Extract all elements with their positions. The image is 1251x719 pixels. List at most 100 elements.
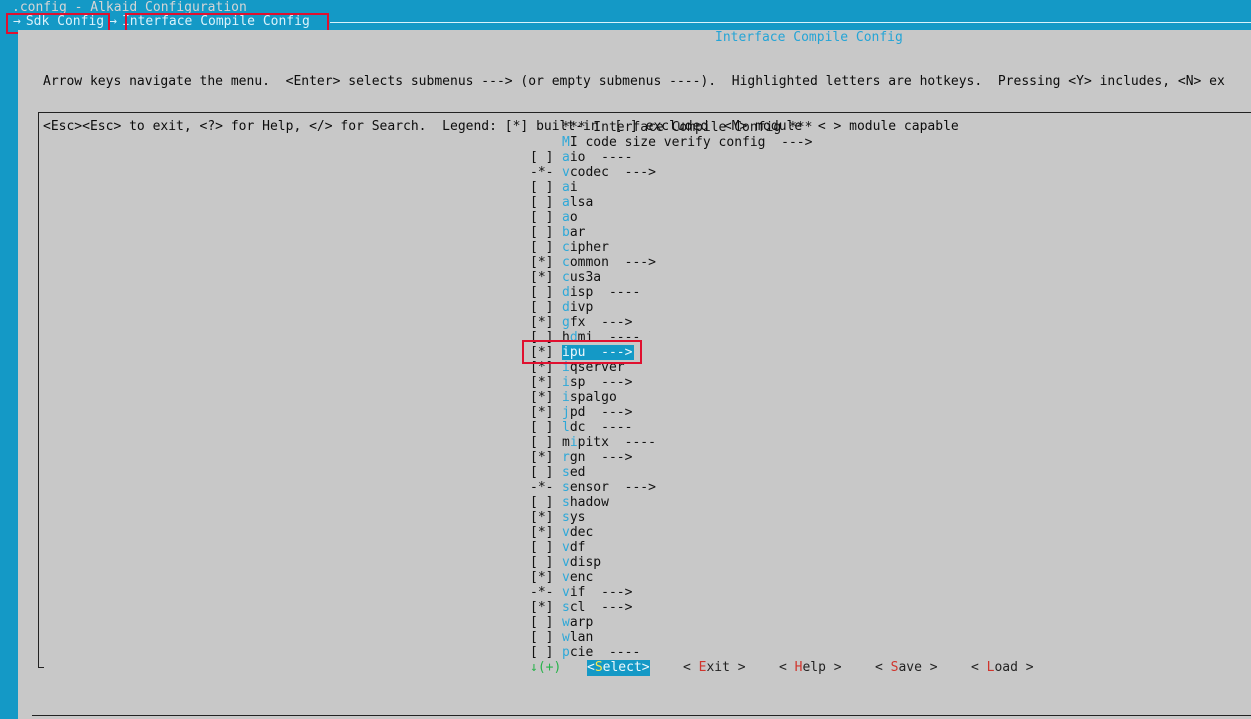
menu-item-scl[interactable]: [*] scl ---> bbox=[530, 600, 950, 615]
menu-item-state[interactable]: [*] bbox=[530, 315, 562, 330]
load-button-post: > bbox=[1017, 660, 1034, 675]
menu-item-state[interactable] bbox=[530, 135, 562, 150]
exit-button[interactable]: < Exit > bbox=[683, 660, 746, 676]
button-bar: <Select> < Exit > < Help > < Save > < Load > bbox=[0, 660, 1251, 676]
menu-item-state[interactable]: [ ] bbox=[530, 540, 562, 555]
menu-item-vcodec[interactable]: -*- vcodec ---> bbox=[530, 165, 950, 180]
menu-item-jpd[interactable]: [*] jpd ---> bbox=[530, 405, 950, 420]
menu-item-disp[interactable]: [ ] disp ---- bbox=[530, 285, 950, 300]
menu-item-vdf[interactable]: [ ] vdf bbox=[530, 540, 950, 555]
menu-item-ispalgo[interactable]: [*] ispalgo bbox=[530, 390, 950, 405]
menu-item-label: pcie ---- bbox=[562, 645, 642, 660]
menu-item-state[interactable]: [ ] bbox=[530, 285, 562, 300]
menu-item-sensor[interactable]: -*- sensor ---> bbox=[530, 480, 950, 495]
menu-item-state[interactable]: [ ] bbox=[530, 630, 562, 645]
menu-item-wlan[interactable]: [ ] wlan bbox=[530, 630, 950, 645]
menu-item-venc[interactable]: [*] venc bbox=[530, 570, 950, 585]
menu-item-state[interactable]: [ ] bbox=[530, 195, 562, 210]
menu-item-state[interactable]: [ ] bbox=[530, 615, 562, 630]
menu-item-label-rest: ipher bbox=[569, 240, 609, 255]
menu-item-state[interactable]: [ ] bbox=[530, 465, 562, 480]
load-button[interactable]: < Load > bbox=[971, 660, 1034, 676]
menu-item-shadow[interactable]: [ ] shadow bbox=[530, 495, 950, 510]
menu-item-hotkey: v bbox=[562, 555, 570, 570]
menu-item-sed[interactable]: [ ] sed bbox=[530, 465, 950, 480]
menu-item-state[interactable]: [*] bbox=[530, 375, 562, 390]
menu-item-vdisp[interactable]: [ ] vdisp bbox=[530, 555, 950, 570]
menu-item-gfx[interactable]: [*] gfx ---> bbox=[530, 315, 950, 330]
menu-item-cipher[interactable]: [ ] cipher bbox=[530, 240, 950, 255]
menu-item-state[interactable]: [ ] bbox=[530, 555, 562, 570]
menu-item-label-rest: sp bbox=[569, 375, 586, 390]
menu-item-state[interactable]: [ ] bbox=[530, 435, 562, 450]
menu-item-label-rest: ar bbox=[569, 225, 586, 240]
menu-item-aio[interactable]: [ ] aio ---- bbox=[530, 150, 950, 165]
menu-item-vif[interactable]: -*- vif ---> bbox=[530, 585, 950, 600]
exit-button-pre: < bbox=[683, 660, 699, 675]
menu-item-bar[interactable]: [ ] bar bbox=[530, 225, 950, 240]
menu-item-hotkey: p bbox=[562, 645, 570, 660]
menu-item-ldc[interactable]: [ ] ldc ---- bbox=[530, 420, 950, 435]
menu-item-state[interactable]: -*- bbox=[530, 585, 562, 600]
menu-item-state[interactable]: [ ] bbox=[530, 495, 562, 510]
menu-item-state[interactable]: -*- bbox=[530, 480, 562, 495]
menu-item-label: vdisp bbox=[562, 555, 603, 570]
menu-item-label-rest: pitx bbox=[577, 435, 609, 450]
menu-item-ao[interactable]: [ ] ao bbox=[530, 210, 950, 225]
help-button[interactable]: < Help > bbox=[779, 660, 842, 676]
menu-item-pcie[interactable]: [ ] pcie ---- bbox=[530, 645, 950, 660]
menu-item-state[interactable]: [*] bbox=[530, 570, 562, 585]
menu-item-state[interactable]: [ ] bbox=[530, 225, 562, 240]
menu-item-label-rest: pd bbox=[569, 405, 586, 420]
menu-item-cus3a[interactable]: [*] cus3a bbox=[530, 270, 950, 285]
menu-item-hotkey: b bbox=[562, 225, 570, 240]
menu-item-state[interactable]: [ ] bbox=[530, 300, 562, 315]
menu-item-submenu-arrow: ---> bbox=[608, 165, 656, 180]
menu-item-common[interactable]: [*] common ---> bbox=[530, 255, 950, 270]
menu-item-vdec[interactable]: [*] vdec bbox=[530, 525, 950, 540]
menu-item-alsa[interactable]: [ ] alsa bbox=[530, 195, 950, 210]
menu-item-state[interactable]: [*] bbox=[530, 525, 562, 540]
menu-item-isp[interactable]: [*] isp ---> bbox=[530, 375, 950, 390]
menu-item-state[interactable]: [*] bbox=[530, 405, 562, 420]
menu-item-state[interactable]: [ ] bbox=[530, 645, 562, 660]
menu-item-hotkey: i bbox=[562, 375, 570, 390]
menu-item-state[interactable]: [*] bbox=[530, 450, 562, 465]
menu-item-state[interactable]: [ ] bbox=[530, 180, 562, 195]
menu-item-label-rest: cie bbox=[569, 645, 594, 660]
menu-item-label-rest: ed bbox=[569, 465, 586, 480]
menu-item-state[interactable]: [ ] bbox=[530, 240, 562, 255]
menu-item-state[interactable]: [ ] bbox=[530, 420, 562, 435]
menu-item-submenu-arrow: ---> bbox=[585, 405, 633, 420]
menu-item-label-rest: enc bbox=[569, 570, 594, 585]
menu-item-state[interactable]: [ ] bbox=[530, 150, 562, 165]
menu-item-state[interactable]: [*] bbox=[530, 390, 562, 405]
menu-item-submenu-arrow: ---> bbox=[765, 135, 813, 150]
menu-item-divp[interactable]: [ ] divp bbox=[530, 300, 950, 315]
menu-item-label-rest: arp bbox=[569, 615, 594, 630]
menu-item-sys[interactable]: [*] sys bbox=[530, 510, 950, 525]
menu-item-label-rest: codec bbox=[569, 165, 609, 180]
menu-item-hotkey: s bbox=[562, 600, 570, 615]
menu-item-ai[interactable]: [ ] ai bbox=[530, 180, 950, 195]
menu-item-rgn[interactable]: [*] rgn ---> bbox=[530, 450, 950, 465]
menu-item-state[interactable]: [ ] bbox=[530, 210, 562, 225]
menu-item-state[interactable]: [*] bbox=[530, 270, 562, 285]
menu-item-hotkey: g bbox=[562, 315, 570, 330]
menu-item-state[interactable]: [*] bbox=[530, 510, 562, 525]
select-button[interactable]: <Select> bbox=[587, 660, 650, 676]
menu-item-label-rest: gn bbox=[569, 450, 586, 465]
menu-item-mipitx[interactable]: [ ] mipitx ---- bbox=[530, 435, 950, 450]
menu-item-warp[interactable]: [ ] warp bbox=[530, 615, 950, 630]
menu-item-label-rest: df bbox=[569, 540, 586, 555]
menu-item-state[interactable]: [*] bbox=[530, 255, 562, 270]
menu-item-mi-code-size-verify-config[interactable]: MI code size verify config ---> bbox=[530, 135, 950, 150]
menu-item-label-rest: isp bbox=[569, 285, 594, 300]
menu-item-state[interactable]: [*] bbox=[530, 600, 562, 615]
menu-item-label-rest: lsa bbox=[569, 195, 594, 210]
menu-list: *** Interface Compile Config *** MI code… bbox=[530, 120, 950, 675]
save-button[interactable]: < Save > bbox=[875, 660, 938, 676]
menu-item-label-rest: lan bbox=[569, 630, 594, 645]
menu-item-state[interactable]: -*- bbox=[530, 165, 562, 180]
menu-item-submenu-arrow: ---> bbox=[608, 480, 656, 495]
